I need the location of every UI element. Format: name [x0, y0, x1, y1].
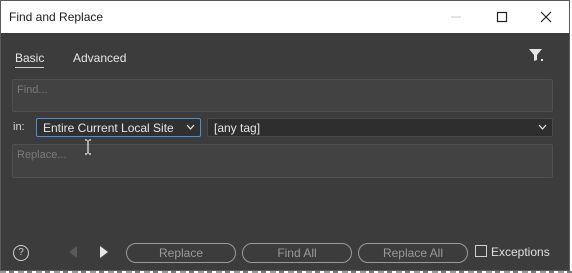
tab-advanced[interactable]: Advanced [73, 51, 126, 65]
exceptions-checkbox[interactable]: Exceptions [475, 245, 550, 259]
tag-selected-value: [any tag] [214, 121, 261, 135]
close-icon [540, 11, 552, 23]
maximize-button[interactable] [479, 1, 525, 33]
scope-dropdown[interactable]: Entire Current Local Site [36, 118, 201, 137]
replace-button[interactable]: Replace [126, 243, 236, 263]
exceptions-label: Exceptions [491, 245, 550, 259]
minimize-button[interactable] [433, 1, 479, 33]
maximize-icon [496, 11, 508, 23]
chevron-down-icon [186, 124, 195, 130]
tag-dropdown[interactable]: [any tag] [207, 118, 553, 137]
window-title: Find and Replace [9, 10, 104, 24]
text-cursor-icon [85, 139, 91, 155]
find-placeholder: Find... [17, 84, 48, 96]
replace-all-button[interactable]: Replace All [358, 243, 468, 263]
tab-basic-label: Basic [15, 51, 45, 65]
filter-icon [529, 49, 543, 61]
footer-bar: ? Replace Find All Replace All Exception… [1, 241, 569, 263]
find-field[interactable]: Find... [12, 79, 553, 112]
triangle-left-icon[interactable] [67, 245, 79, 259]
find-all-button[interactable]: Find All [242, 243, 352, 263]
minimize-icon [451, 16, 461, 18]
tab-basic[interactable]: Basic [15, 51, 45, 68]
help-icon: ? [18, 247, 24, 258]
scope-selected-value: Entire Current Local Site [43, 121, 174, 135]
title-bar: Find and Replace [1, 1, 569, 33]
active-tab-underline [15, 67, 44, 68]
help-button[interactable]: ? [13, 245, 29, 261]
scope-in-label: in: [13, 121, 25, 133]
tab-advanced-label: Advanced [73, 51, 127, 65]
replace-placeholder: Replace... [17, 149, 67, 161]
triangle-right-icon[interactable] [98, 245, 110, 259]
find-replace-dialog: Find and Replace Basic Advanced Find... … [0, 0, 570, 271]
checkbox-box [475, 245, 487, 257]
close-button[interactable] [523, 1, 569, 33]
replace-field[interactable]: Replace... [12, 144, 553, 178]
chevron-down-icon [538, 124, 547, 130]
filter-button[interactable] [527, 46, 545, 64]
